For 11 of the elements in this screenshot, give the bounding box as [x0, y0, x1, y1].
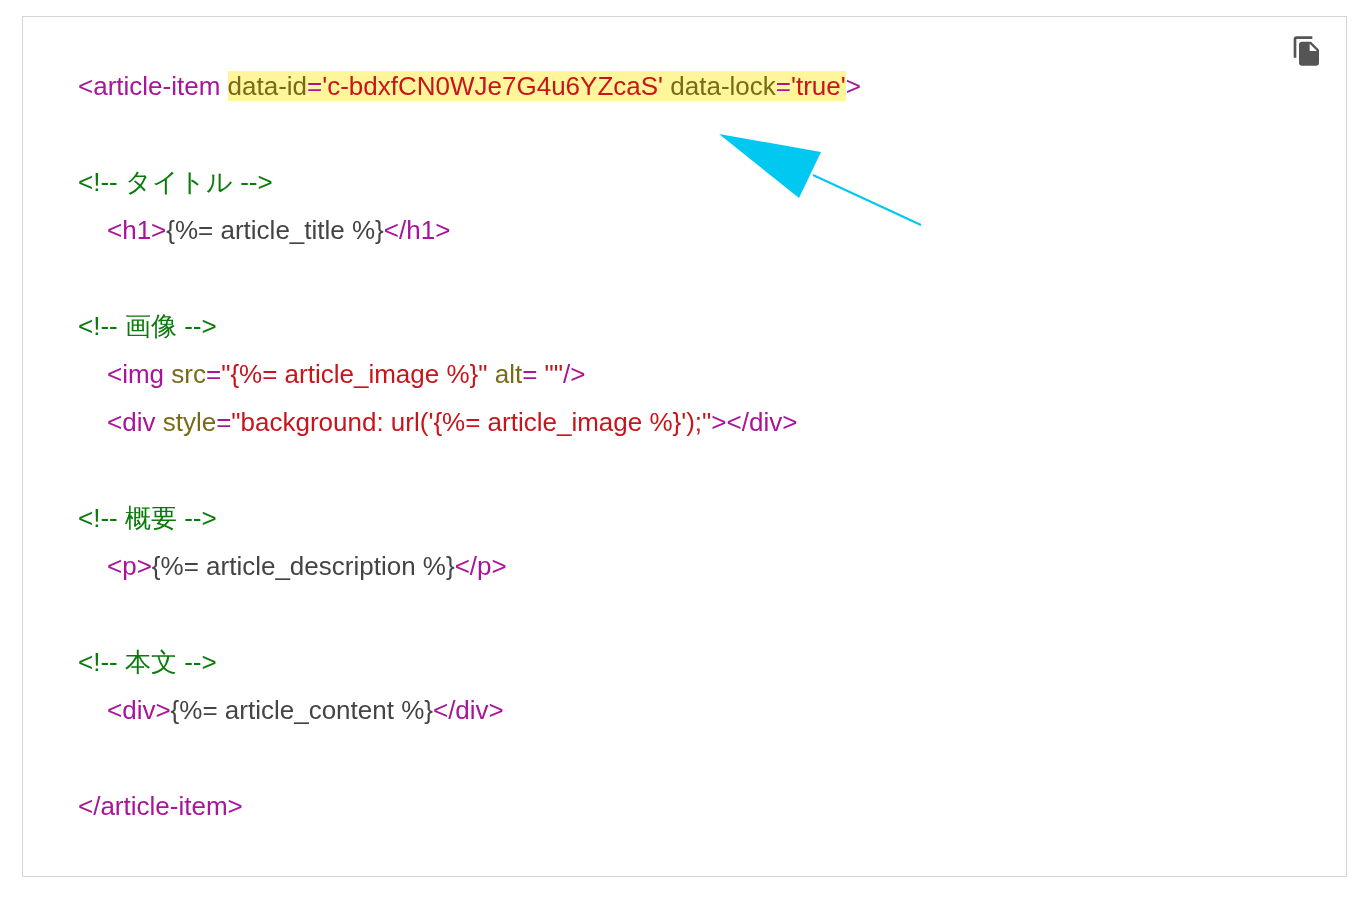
code-line: <!-- タイトル -->	[78, 166, 273, 199]
code-line: <img src="{%= article_image %}" alt= ""/>	[107, 358, 586, 391]
code-line: </article-item>	[78, 790, 243, 823]
code-line: <div style="background: url('{%= article_image %}');"></div>	[107, 406, 798, 439]
code-line: <div>{%= article_content %}</div>	[107, 694, 504, 727]
code-line: <p>{%= article_description %}</p>	[107, 550, 507, 583]
code-line: <!-- 概要 -->	[78, 502, 217, 535]
code-line: <!-- 本文 -->	[78, 646, 217, 679]
code-line: <!-- 画像 -->	[78, 310, 217, 343]
code-line: <h1>{%= article_title %}</h1>	[107, 214, 451, 247]
code-line: <article-item data-id='c-bdxfCN0WJe7G4u6YZcaS' data-lock='true'>	[78, 70, 861, 103]
